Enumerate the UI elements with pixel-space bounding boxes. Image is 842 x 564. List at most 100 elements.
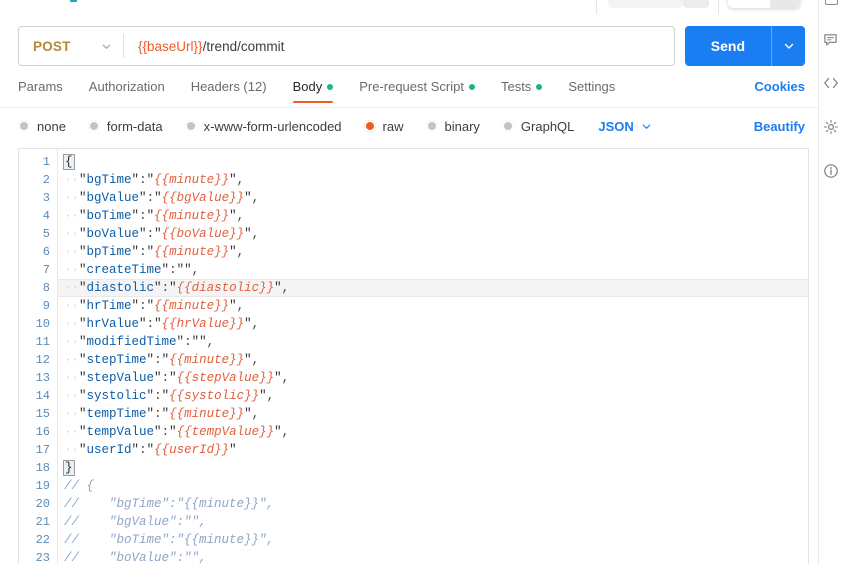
http-method-label: POST: [33, 38, 71, 54]
format-select[interactable]: JSON: [598, 119, 651, 134]
tab-label: Pre-request Script: [359, 79, 464, 94]
body-code-editor[interactable]: 1 2 3 4 5 6 7 8 9 10 11 12 13 14 15 16 17 18 19 20 21 22 23 {·…: [18, 148, 809, 564]
clipped-toolbar-button[interactable]: [608, 0, 683, 8]
tab-label: Body: [292, 79, 323, 94]
tab-body[interactable]: Body: [292, 79, 334, 103]
line-number: 21: [35, 515, 50, 529]
line-number: 14: [35, 389, 50, 403]
body-type-label: x-www-form-urlencoded: [203, 118, 342, 134]
code-icon[interactable]: [822, 74, 840, 92]
code-line[interactable]: ··"tempTime":"{{minute}}",: [58, 405, 808, 423]
editor-code-area[interactable]: {··"bgTime":"{{minute}}", ··"bgValue":"{{…: [57, 149, 808, 564]
body-type-form-data[interactable]: form-data: [87, 118, 163, 134]
url-path: /trend/commit: [202, 38, 285, 54]
body-type-label: GraphQL: [520, 118, 575, 134]
tab-authorization[interactable]: Authorization: [89, 79, 165, 103]
beautify-link[interactable]: Beautify: [754, 119, 805, 134]
code-line[interactable]: ··"userId":"{{userId}}": [58, 441, 808, 459]
code-line[interactable]: // {: [58, 477, 808, 495]
code-line[interactable]: ··"diastolic":"{{diastolic}}",: [58, 279, 808, 297]
code-line[interactable]: // "bgTime":"{{minute}}",: [58, 495, 808, 513]
tab-label: Authorization: [88, 79, 165, 94]
body-type-row: none form-data x-www-form-urlencoded raw bin…: [18, 115, 805, 137]
cookies-link[interactable]: Cookies: [754, 79, 805, 103]
code-line[interactable]: ··"boTime":"{{minute}}",: [58, 207, 808, 225]
line-number: 8: [42, 281, 50, 295]
body-type-none[interactable]: none: [18, 119, 66, 134]
request-url-row: POST {{baseUrl}}/trend/commit Send: [18, 26, 805, 66]
chevron-down-icon: [641, 121, 652, 132]
editor-gutter: 1 2 3 4 5 6 7 8 9 10 11 12 13 14 15 16 17 18 19 20 21 22 23: [19, 149, 57, 564]
info-icon[interactable]: [822, 162, 840, 180]
code-line[interactable]: ··"hrTime":"{{minute}}",: [58, 297, 808, 315]
tab-label: Params: [18, 79, 63, 94]
tab-label: Settings: [568, 79, 616, 94]
line-number: 7: [42, 263, 50, 277]
code-line[interactable]: ··"stepTime":"{{minute}}",: [58, 351, 808, 369]
line-number: 18: [35, 461, 50, 475]
tab-modified-dot: [468, 83, 475, 90]
body-type-label: binary: [444, 118, 480, 134]
radio-knob: [87, 120, 100, 132]
right-icon-rail: [818, 0, 842, 564]
code-line[interactable]: ··"bpTime":"{{minute}}",: [58, 243, 808, 261]
body-type-raw[interactable]: raw: [363, 119, 404, 134]
request-tabs: Params Authorization Headers (12) Body Pre-r…: [18, 79, 805, 109]
url-input[interactable]: {{baseUrl}}/trend/commit: [124, 27, 674, 65]
tab-headers-12[interactable]: Headers (12): [191, 79, 267, 103]
line-number: 1: [42, 155, 50, 169]
code-line[interactable]: ··"createTime":"",: [58, 261, 808, 279]
code-line[interactable]: {: [58, 153, 808, 171]
line-number: 11: [35, 335, 50, 349]
line-number: 3: [42, 191, 50, 205]
tab-settings[interactable]: Settings: [568, 79, 615, 103]
postman-request-pane: POST {{baseUrl}}/trend/commit Send Param…: [0, 0, 842, 564]
code-line[interactable]: ··"bgTime":"{{minute}}",: [58, 171, 808, 189]
clipped-env-caret[interactable]: [770, 0, 800, 8]
radio-knob: [501, 120, 514, 132]
line-number: 19: [35, 479, 50, 493]
tab-label: Tests: [500, 79, 532, 94]
code-line[interactable]: // "bgValue":"",: [58, 513, 808, 531]
body-type-x-www-form-urlencoded[interactable]: x-www-form-urlencoded: [184, 118, 342, 134]
radio-knob: [363, 120, 376, 132]
comment-icon[interactable]: [822, 30, 840, 48]
radio-knob: [184, 120, 197, 132]
url-variable: {{baseUrl}}: [138, 38, 203, 54]
send-button-group: Send: [684, 26, 805, 66]
line-number: 6: [42, 245, 50, 259]
code-line[interactable]: // "boTime":"{{minute}}",: [58, 531, 808, 549]
clipped-toolbar-caret[interactable]: [683, 0, 709, 8]
code-line[interactable]: ··"bgValue":"{{bgValue}}",: [58, 189, 808, 207]
line-number: 10: [35, 317, 50, 331]
body-type-graphql[interactable]: GraphQL: [501, 118, 575, 134]
send-button[interactable]: Send: [684, 26, 771, 66]
tab-tests[interactable]: Tests: [500, 79, 543, 103]
code-line[interactable]: ··"hrValue":"{{hrValue}}",: [58, 315, 808, 333]
tab-pre-request-script[interactable]: Pre-request Script: [359, 79, 475, 103]
chevron-down-icon: [101, 41, 112, 52]
code-line[interactable]: ··"boValue":"{{boValue}}",: [58, 225, 808, 243]
body-type-label: form-data: [106, 118, 163, 134]
code-line[interactable]: ··"systolic":"{{systolic}}",: [58, 387, 808, 405]
send-options-caret[interactable]: [771, 26, 805, 66]
line-number: 23: [35, 551, 50, 564]
line-number: 5: [42, 227, 50, 241]
gear-icon[interactable]: [822, 118, 840, 136]
code-line[interactable]: // "boValue":"",: [58, 549, 808, 564]
line-number: 12: [35, 353, 50, 367]
code-line[interactable]: }: [58, 459, 808, 477]
code-line[interactable]: ··"stepValue":"{{stepValue}}",: [58, 369, 808, 387]
http-method-selector[interactable]: POST: [19, 27, 123, 65]
radio-knob: [18, 120, 30, 132]
tab-modified-dot: [327, 83, 334, 90]
clipped-rail-icon[interactable]: [825, 0, 838, 5]
body-type-binary[interactable]: binary: [425, 118, 480, 134]
code-line[interactable]: ··"tempValue":"{{tempValue}}",: [58, 423, 808, 441]
tab-modified-dot: [536, 83, 543, 90]
tab-label: Headers (12): [190, 79, 267, 94]
line-number: 9: [42, 299, 50, 313]
url-box: POST {{baseUrl}}/trend/commit: [18, 26, 675, 66]
code-line[interactable]: ··"modifiedTime":"",: [58, 333, 808, 351]
tab-params[interactable]: Params: [18, 79, 63, 103]
